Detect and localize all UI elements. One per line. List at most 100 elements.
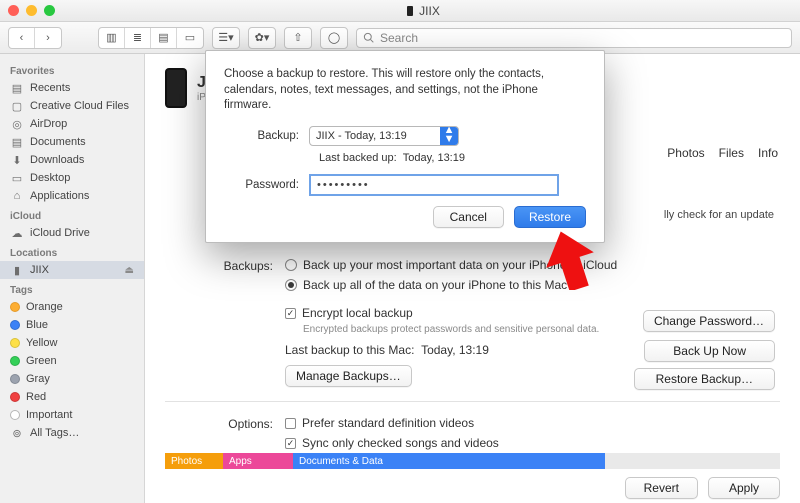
sidebar-tag-all[interactable]: ⊚All Tags… <box>0 424 144 442</box>
documents-icon: ▤ <box>10 136 24 148</box>
storage-apps: Apps <box>223 453 293 469</box>
alltags-icon: ⊚ <box>10 427 24 439</box>
eject-icon[interactable]: ⏏ <box>125 265 134 276</box>
radio-icon <box>285 259 297 271</box>
sort-menu[interactable]: ☰▾ <box>213 28 239 48</box>
back-button[interactable]: ‹ <box>9 28 35 48</box>
revert-button[interactable]: Revert <box>625 477 698 499</box>
restore-modal: Choose a backup to restore. This will re… <box>205 50 605 243</box>
radio-mac[interactable]: Back up all of the data on your iPhone t… <box>285 278 780 292</box>
sidebar-tag-green[interactable]: Green <box>0 352 144 370</box>
radio-icloud[interactable]: Back up your most important data on your… <box>285 258 780 272</box>
sidebar-tag-gray[interactable]: Gray <box>0 370 144 388</box>
desktop-icon: ▭ <box>10 172 24 184</box>
modal-backup-label: Backup: <box>224 130 309 142</box>
manage-backups-button[interactable]: Manage Backups… <box>285 365 412 387</box>
modal-backup-select[interactable]: JIIX - Today, 13:19 ▲▼ <box>309 126 459 146</box>
modal-row-backup: Backup: JIIX - Today, 13:19 ▲▼ <box>224 126 586 146</box>
tag-dot-gray <box>10 374 20 384</box>
titlebar: JIIX <box>0 0 800 22</box>
recents-icon: ▤ <box>10 82 24 94</box>
view-list[interactable]: ≣ <box>125 28 151 48</box>
tag-button[interactable]: ◯ <box>321 28 347 48</box>
radio-icon-selected <box>285 279 297 291</box>
sidebar-tag-important[interactable]: Important <box>0 406 144 424</box>
tab-info[interactable]: Info <box>758 146 778 160</box>
sidebar-item-iclouddrive[interactable]: ☁iCloud Drive <box>0 224 144 242</box>
section-backups: Backups: Back up your most important dat… <box>165 258 780 387</box>
checkbox-icon: ✓ <box>285 308 296 319</box>
search-placeholder: Search <box>380 31 418 45</box>
device-image <box>165 68 187 108</box>
checkbox-sync[interactable]: ✓Sync only checked songs and videos <box>285 436 780 450</box>
sidebar-item-downloads[interactable]: ⬇Downloads <box>0 151 144 169</box>
maximize-icon[interactable] <box>44 5 55 16</box>
tag-dot-orange <box>10 302 20 312</box>
search-field[interactable]: Search <box>356 28 792 48</box>
modal-lastbackup: Last backed up: Today, 13:19 <box>319 152 586 164</box>
modal-restore-button[interactable]: Restore <box>514 206 586 228</box>
sidebar-item-documents[interactable]: ▤Documents <box>0 133 144 151</box>
sidebar-section-tags: Tags <box>0 279 144 298</box>
sidebar-tag-orange[interactable]: Orange <box>0 298 144 316</box>
tag-dot-blue <box>10 320 20 330</box>
window-title-text: JIIX <box>419 4 440 18</box>
modal-cancel-button[interactable]: Cancel <box>433 206 504 228</box>
minimize-icon[interactable] <box>26 5 37 16</box>
share-button[interactable]: ⇧ <box>285 28 311 48</box>
tag-dot-none <box>10 410 20 420</box>
phone-icon: ▮ <box>10 264 24 276</box>
window-title: JIIX <box>55 4 792 18</box>
device-icon <box>407 6 413 16</box>
airdrop-icon: ◎ <box>10 118 24 130</box>
sidebar-item-airdrop[interactable]: ◎AirDrop <box>0 115 144 133</box>
tag-dot-green <box>10 356 20 366</box>
storage-docs: Documents & Data <box>293 453 605 469</box>
modal-row-password: Password: <box>224 174 586 196</box>
sidebar-item-applications[interactable]: ⌂Applications <box>0 187 144 205</box>
storage-bar: Photos Apps Documents & Data <box>165 453 780 469</box>
sidebar-item-recents[interactable]: ▤Recents <box>0 79 144 97</box>
label-backups: Backups: <box>165 258 285 387</box>
checkbox-sd[interactable]: Prefer standard definition videos <box>285 416 780 430</box>
sidebar-section-locations: Locations <box>0 242 144 261</box>
modal-backup-value: JIIX - Today, 13:19 <box>310 130 440 142</box>
apply-button[interactable]: Apply <box>708 477 780 499</box>
chevron-updown-icon: ▲▼ <box>440 127 458 145</box>
view-group: ▥ ≣ ▤ ▭ <box>98 27 204 49</box>
sidebar-section-favorites: Favorites <box>0 60 144 79</box>
tag-dot-red <box>10 392 20 402</box>
apps-icon: ⌂ <box>10 190 24 202</box>
forward-button[interactable]: › <box>35 28 61 48</box>
checkbox-icon <box>285 418 296 429</box>
sidebar-item-device[interactable]: ▮JIIX⏏ <box>0 261 144 279</box>
tag-dot-yellow <box>10 338 20 348</box>
footer-buttons: Revert Apply <box>625 477 780 499</box>
traffic-lights <box>8 5 55 16</box>
sidebar-item-desktop[interactable]: ▭Desktop <box>0 169 144 187</box>
action-menu[interactable]: ✿▾ <box>249 28 275 48</box>
change-password-button[interactable]: Change Password… <box>643 310 775 332</box>
nav-group: ‹ › <box>8 27 62 49</box>
view-icons[interactable]: ▥ <box>99 28 125 48</box>
sidebar-section-icloud: iCloud <box>0 205 144 224</box>
sidebar-tag-blue[interactable]: Blue <box>0 316 144 334</box>
restore-backup-button[interactable]: Restore Backup… <box>634 368 775 390</box>
search-icon <box>363 32 374 43</box>
back-up-now-button[interactable]: Back Up Now <box>644 340 775 362</box>
tab-photos[interactable]: Photos <box>667 146 704 160</box>
close-icon[interactable] <box>8 5 19 16</box>
sidebar-tag-yellow[interactable]: Yellow <box>0 334 144 352</box>
tab-files[interactable]: Files <box>719 146 744 160</box>
modal-password-input[interactable] <box>309 174 559 196</box>
device-tabs: Photos Files Info <box>667 146 778 160</box>
downloads-icon: ⬇ <box>10 154 24 166</box>
view-gallery[interactable]: ▭ <box>177 28 203 48</box>
sidebar-tag-red[interactable]: Red <box>0 388 144 406</box>
icloud-icon: ☁ <box>10 227 24 239</box>
modal-message: Choose a backup to restore. This will re… <box>224 67 586 114</box>
update-note: lly check for an update <box>594 209 774 221</box>
view-columns[interactable]: ▤ <box>151 28 177 48</box>
sidebar-item-ccfiles[interactable]: ▢Creative Cloud Files <box>0 97 144 115</box>
storage-photos: Photos <box>165 453 223 469</box>
